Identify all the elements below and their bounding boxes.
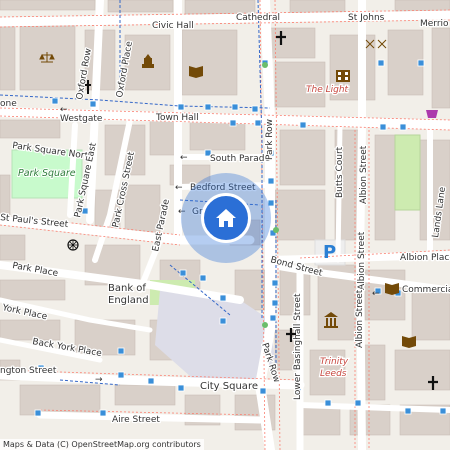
place-label-bank-of: Bank of [108, 283, 146, 294]
cinema-icon[interactable] [336, 70, 350, 82]
street-label-westgate: Westgate [60, 114, 103, 124]
grass-area [394, 134, 421, 211]
street-label-cathedral: Cathedral [236, 13, 280, 23]
home-icon [216, 209, 236, 227]
street-label-albion-place: Albion Place [400, 253, 450, 263]
courthouse-icon[interactable] [39, 52, 55, 64]
parking-icon[interactable]: P [323, 242, 336, 263]
viewpoint-icon[interactable] [67, 239, 79, 251]
street-label-commercial: Commercial [402, 285, 450, 295]
shopping-icon[interactable] [426, 110, 438, 118]
street-label-butts-court: Butts Court [335, 146, 345, 198]
street-label-wellington-street: ngton Street [0, 366, 57, 376]
svg-text:←: ← [180, 153, 188, 163]
attribution-prefix: Maps & Data (C) [3, 440, 69, 449]
street-label-one: one [0, 99, 17, 109]
svg-text:P: P [323, 242, 336, 263]
attribution-link[interactable]: OpenStreetMap.org contributors [71, 440, 200, 449]
svg-text:←: ← [372, 289, 380, 299]
street-label-town-hall: Town Hall [155, 113, 199, 123]
street-label-st-johns: St Johns [348, 13, 385, 23]
poi-label-trinity: Trinity [320, 357, 349, 367]
street-label-albion-street-2: Albion Street [357, 231, 367, 290]
street-label-city-square: City Square [200, 381, 258, 392]
street-label-aire-street: Aire Street [112, 415, 160, 425]
street-label-bedford-street: Bedford Street [190, 183, 256, 193]
street-label-park-row: Park Row [265, 119, 275, 160]
svg-text:←: ← [178, 207, 186, 217]
poi-label-the-light: The Light [306, 85, 349, 95]
svg-text:←: ← [175, 183, 183, 193]
street-label-civic-hall: Civic Hall [152, 21, 194, 31]
library-icon[interactable] [402, 336, 416, 348]
street-label-merrion: Merrio [420, 19, 449, 29]
street-label-lower-basinghall: Lower Basinghall Street [293, 293, 303, 400]
street-label-albion-street: Albion Street [359, 145, 369, 204]
map-attribution: Maps & Data (C) OpenStreetMap.org contri… [0, 439, 204, 450]
location-marker[interactable] [201, 193, 251, 243]
park-label-park-square: Park Square [18, 168, 76, 179]
poi-label-leeds: Leeds [320, 369, 347, 379]
place-label-england: England [108, 295, 149, 306]
svg-text:←: ← [60, 105, 68, 115]
svg-text:→: → [95, 375, 103, 385]
street-label-park-place: Park Place [11, 261, 59, 279]
street-label-south-parade: South Parade [210, 154, 270, 164]
street-label-albion-street-3: Albion Street [355, 289, 365, 348]
map-canvas[interactable]: Civic Hall Cathedral St Johns Merrio Oxf… [0, 0, 450, 450]
